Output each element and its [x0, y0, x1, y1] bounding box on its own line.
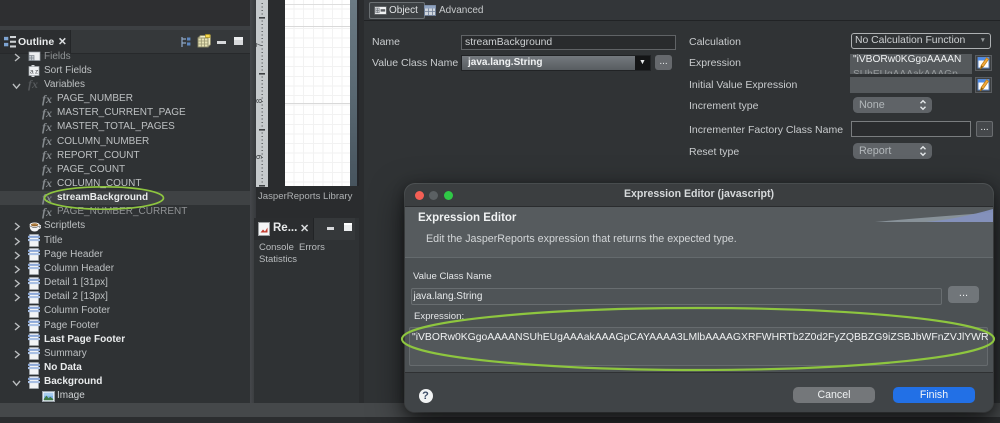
svg-text:8: 8 [256, 98, 264, 103]
svg-text:a: a [30, 68, 34, 75]
svg-text:z: z [35, 68, 38, 75]
svg-text:7: 7 [256, 42, 264, 47]
svg-text:9: 9 [256, 154, 264, 159]
